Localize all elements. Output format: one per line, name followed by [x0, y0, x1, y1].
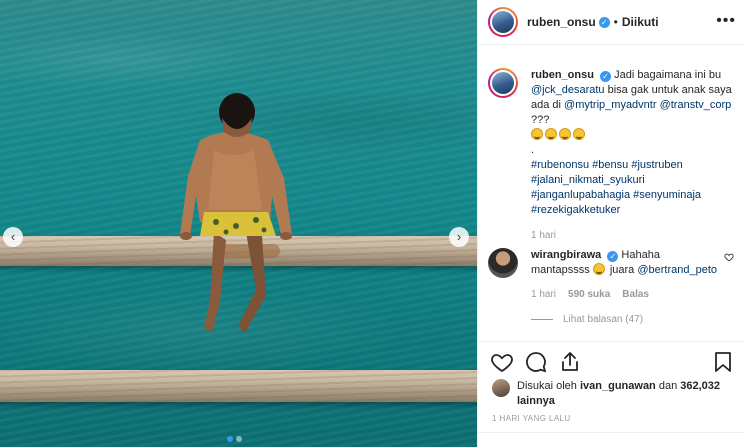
hashtag-link[interactable]: #rubenonsu [531, 159, 589, 171]
view-replies-label: Lihat balasan (47) [563, 314, 644, 325]
follow-state-button[interactable]: Diikuti [622, 15, 659, 29]
verified-badge-icon: ✓ [607, 251, 619, 262]
likes-joiner: dan [658, 380, 678, 392]
commenter-avatar[interactable] [488, 248, 518, 278]
post-actions [490, 350, 582, 374]
grinning-emoji-icon [559, 128, 571, 140]
caption-time[interactable]: 1 hari [531, 228, 738, 243]
post-photo[interactable]: ‹ › [0, 0, 477, 447]
share-icon[interactable] [558, 350, 582, 374]
grinning-emoji-icon [592, 263, 605, 275]
comment-item: wirangbirawa ✓ Hahaha mantapssss juara @… [488, 244, 738, 327]
grinning-emoji-icon [573, 128, 585, 140]
bottom-divider [478, 432, 745, 433]
comment-likes[interactable]: 590 suka [568, 287, 610, 302]
comment-time[interactable]: 1 hari [531, 287, 556, 302]
carousel-dot [236, 436, 242, 442]
post-side-panel: ruben_onsu ✓ • Diikuti ••• ruben_onsu ✓ … [477, 0, 745, 447]
caption-dot: . [531, 144, 535, 156]
grinning-emoji-icon [531, 128, 543, 140]
header-separator: • [613, 15, 618, 29]
comment-bubble-icon[interactable] [524, 350, 548, 374]
mention-link[interactable]: @mytrip_myadvntr [564, 99, 656, 111]
grinning-emoji-icon [545, 128, 557, 140]
carousel-next-button[interactable]: › [449, 227, 469, 247]
bookmark-icon[interactable] [711, 350, 735, 374]
likes-prefix: Disukai oleh [517, 380, 577, 392]
caption-author-avatar[interactable] [488, 68, 518, 98]
hashtag-link[interactable]: #senyuminaja [633, 189, 701, 201]
post-header: ruben_onsu ✓ • Diikuti ••• [478, 0, 745, 45]
carousel-dots [227, 436, 242, 442]
comment-meta: 1 hari 590 suka Balas [531, 287, 720, 302]
author-username[interactable]: ruben_onsu [527, 15, 596, 29]
carousel-prev-button[interactable]: ‹ [3, 227, 23, 247]
actions-divider [478, 341, 745, 342]
view-replies-button[interactable]: Lihat balasan (47) [531, 312, 720, 327]
comment-text-2: juara [609, 264, 635, 276]
caption-comment: ruben_onsu ✓ Jadi bagaimana ini bu @jck_… [488, 64, 738, 243]
mention-link[interactable]: @jck_desaratu [531, 84, 605, 96]
likes-summary: Disukai oleh ivan_gunawan dan 362,032 la… [492, 379, 737, 409]
wooden-plank-bottom [0, 370, 477, 402]
carousel-dot-active [227, 436, 233, 442]
mention-link[interactable]: @bertrand_peto [637, 264, 717, 276]
hashtag-link[interactable]: #justruben [631, 159, 682, 171]
hashtag-link[interactable]: #janganlupabahagia [531, 189, 630, 201]
hashtag-link[interactable]: #jalani_nikmati_syukuri [531, 174, 645, 186]
caption-text-1: Jadi bagaimana ini bu [614, 69, 722, 81]
caption-tail: ??? [531, 114, 550, 126]
mention-link[interactable]: @transtv_corp [660, 99, 732, 111]
liker-avatar[interactable] [492, 379, 510, 397]
commenter-username[interactable]: wirangbirawa [531, 249, 601, 261]
reply-button[interactable]: Balas [622, 287, 649, 302]
post-timestamp[interactable]: 1 HARI YANG LALU [492, 414, 571, 423]
more-options-icon[interactable]: ••• [716, 12, 736, 30]
like-heart-icon[interactable] [490, 350, 514, 374]
hashtag-link[interactable]: #bensu [592, 159, 628, 171]
verified-badge-icon: ✓ [600, 71, 612, 82]
verified-badge-icon: ✓ [598, 16, 610, 28]
caption-username[interactable]: ruben_onsu [531, 69, 594, 81]
author-avatar[interactable] [488, 7, 518, 37]
like-comment-heart-icon[interactable] [724, 252, 734, 262]
liker-username[interactable]: ivan_gunawan [580, 380, 656, 392]
hashtag-link[interactable]: #rezekigakketuker [531, 204, 620, 216]
comments-section: ruben_onsu ✓ Jadi bagaimana ini bu @jck_… [478, 60, 745, 345]
